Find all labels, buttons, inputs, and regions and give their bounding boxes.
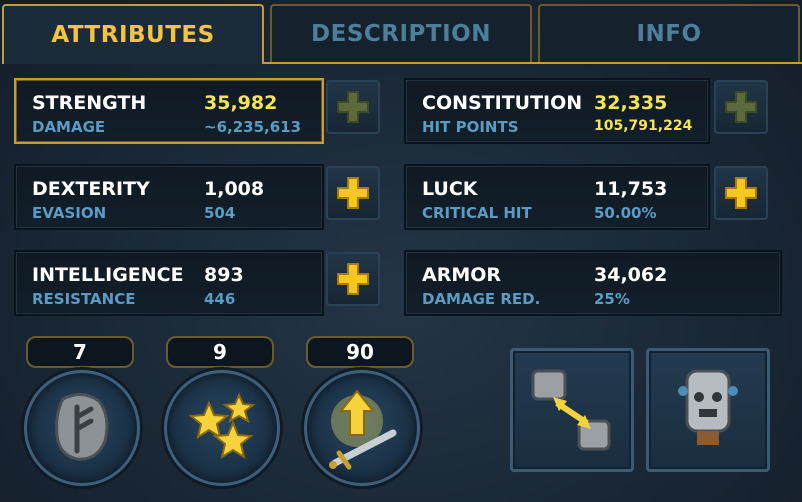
stat-name-luck: LUCK — [422, 178, 478, 200]
stat-row-constitution: CONSTITUTION HIT POINTS 32,335 105,791,2… — [404, 78, 710, 144]
stat-name-strength: STRENGTH — [32, 92, 147, 114]
rune-button[interactable] — [24, 370, 140, 486]
stat-sub-value-dexterity: 504 — [204, 204, 236, 222]
plus-icon — [337, 177, 369, 209]
add-constitution-button[interactable] — [714, 80, 768, 134]
upgrade-button[interactable] — [304, 370, 420, 486]
rune-stone-icon — [55, 393, 109, 461]
stars-button[interactable] — [164, 370, 280, 486]
stat-row-dexterity: DEXTERITY EVASION 1,008 504 — [14, 164, 324, 230]
plus-icon-disabled — [337, 91, 369, 123]
stat-name-constitution: CONSTITUTION — [422, 92, 583, 114]
plus-icon — [725, 177, 757, 209]
tab-info-label: INFO — [636, 21, 702, 47]
stat-value-strength: 35,982 — [204, 92, 278, 114]
stars-icon — [188, 392, 256, 460]
tab-description-label: DESCRIPTION — [311, 21, 491, 47]
tab-description[interactable]: DESCRIPTION — [270, 4, 532, 64]
stat-row-intelligence: INTELLIGENCE RESISTANCE 893 446 — [14, 250, 324, 316]
mannequin-button[interactable] — [646, 348, 770, 472]
upgrade-count: 90 — [346, 340, 374, 364]
stat-name-armor: ARMOR — [422, 264, 502, 286]
stat-sub-label-luck: CRITICAL HIT — [422, 204, 532, 222]
stat-row-luck: LUCK CRITICAL HIT 11,753 50.00% — [404, 164, 710, 230]
stat-name-intelligence: INTELLIGENCE — [32, 264, 184, 286]
armor-swap-icon — [531, 369, 611, 451]
stat-row-armor: ARMOR DAMAGE RED. 34,062 25% — [404, 250, 782, 316]
add-luck-button[interactable] — [714, 166, 768, 220]
plus-icon-disabled — [725, 91, 757, 123]
armor-swap-button[interactable] — [510, 348, 634, 472]
stat-sub-label-strength: DAMAGE — [32, 118, 106, 136]
stat-name-dexterity: DEXTERITY — [32, 178, 150, 200]
add-strength-button[interactable] — [326, 80, 380, 134]
stars-count: 9 — [213, 340, 227, 364]
stat-value-armor: 34,062 — [594, 264, 668, 286]
rune-count-badge: 7 — [26, 336, 134, 368]
stat-value-constitution: 32,335 — [594, 92, 668, 114]
tab-info[interactable]: INFO — [538, 4, 800, 64]
stat-sub-label-constitution: HIT POINTS — [422, 118, 519, 136]
stat-value-luck: 11,753 — [594, 178, 668, 200]
tab-attributes-label: ATTRIBUTES — [51, 22, 215, 48]
stat-sub-value-constitution: 105,791,224 — [594, 118, 693, 134]
stars-count-badge: 9 — [166, 336, 274, 368]
stat-sub-label-armor: DAMAGE RED. — [422, 290, 541, 308]
tab-underline — [262, 62, 802, 64]
stat-sub-value-armor: 25% — [594, 290, 630, 308]
stat-sub-label-dexterity: EVASION — [32, 204, 107, 222]
add-intelligence-button[interactable] — [326, 252, 380, 306]
add-dexterity-button[interactable] — [326, 166, 380, 220]
stat-sub-value-strength: ~6,235,613 — [204, 118, 302, 136]
stat-sub-label-intelligence: RESISTANCE — [32, 290, 136, 308]
stat-row-strength: STRENGTH DAMAGE 35,982 ~6,235,613 — [14, 78, 324, 144]
sword-upgrade-icon — [329, 389, 397, 470]
upgrade-count-badge: 90 — [306, 336, 414, 368]
stat-sub-value-intelligence: 446 — [204, 290, 236, 308]
stat-value-intelligence: 893 — [204, 264, 244, 286]
rune-count: 7 — [73, 340, 87, 364]
tab-attributes[interactable]: ATTRIBUTES — [2, 4, 264, 64]
plus-icon — [337, 263, 369, 295]
stat-sub-value-luck: 50.00% — [594, 204, 657, 222]
mannequin-icon — [678, 369, 738, 445]
stat-value-dexterity: 1,008 — [204, 178, 265, 200]
